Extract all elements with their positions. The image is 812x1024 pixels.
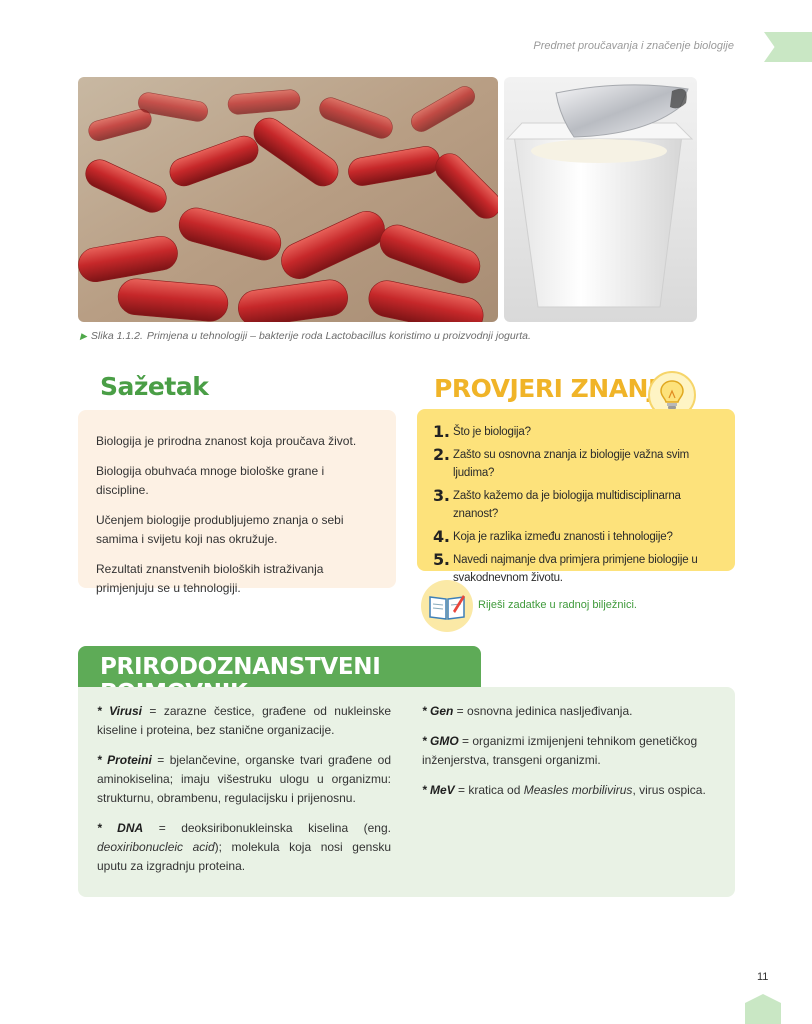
lactobacillus-photo [78, 77, 498, 322]
glossary-term: * Virusi [97, 704, 142, 718]
glossary-term: * Proteini [97, 753, 152, 767]
question-number: 4. [433, 527, 450, 546]
glossary-term: * GMO [422, 734, 459, 748]
caption-text: Primjena u tehnologiji – bakterije roda … [146, 330, 531, 342]
question-text: Zašto kažemo da je biologija multidiscip… [453, 490, 681, 520]
question-number: 5. [433, 550, 450, 569]
glossary-term: * MeV [422, 783, 455, 797]
glossary-header: PRIRODOZNANSTVENI POJMOVNIK [78, 646, 481, 706]
question-text: Navedi najmanje dva primjera primjene bi… [453, 554, 698, 584]
yogurt-cup-photo [504, 77, 697, 322]
figure-caption: ▶ Slika 1.1.2. Primjena u tehnologiji – … [80, 330, 531, 342]
summary-paragraph: Učenjem biologije produbljujemo znanja o… [96, 513, 344, 546]
glossary-term: * Gen [422, 704, 454, 718]
glossary-definition: = kratica od [454, 783, 524, 797]
glossary-box: * Virusi = zarazne čestice, građene od n… [78, 687, 735, 897]
question-text: Koja je razlika između znanosti i tehnol… [453, 531, 673, 543]
page-number: 11 [757, 971, 769, 983]
question-item: 4. Koja je razlika između znanosti i teh… [433, 528, 723, 546]
question-text: Što je biologija? [453, 426, 531, 438]
workbook-icon [421, 580, 473, 632]
glossary-entry: * Virusi = zarazne čestice, građene od n… [97, 702, 391, 740]
glossary-italic-term: Measles morbilivirus [523, 783, 633, 797]
caption-arrow-icon: ▶ [80, 330, 87, 341]
glossary-definition: = organizmi izmijenjeni tehnikom genetič… [422, 734, 698, 767]
summary-title: Sažetak [100, 372, 209, 401]
glossary-entry: * Proteini = bjelančevine, organske tvar… [97, 751, 391, 808]
glossary-entry: * GMO = organizmi izmijenjeni tehnikom g… [422, 732, 722, 770]
summary-paragraph: Rezultati znanstvenih bioloških istraživ… [96, 562, 324, 595]
header-tab-decoration [764, 32, 812, 62]
summary-paragraph: Biologija obuhvaća mnoge biološke grane … [96, 464, 325, 497]
question-item: 1. Što je biologija? [433, 423, 723, 441]
check-knowledge-box: 1. Što je biologija? 2. Zašto su osnovna… [417, 409, 735, 584]
section-header: Predmet proučavanja i značenje biologije [533, 40, 734, 52]
question-text: Zašto su osnovna znanja iz biologije važ… [453, 449, 690, 479]
question-number: 1. [433, 422, 450, 441]
glossary-term: * DNA [97, 821, 144, 835]
question-number: 3. [433, 486, 450, 505]
check-knowledge-title: PROVJERI ZNANJE [434, 374, 674, 403]
caption-label: Slika 1.1.2. [90, 330, 143, 342]
summary-box: Biologija je prirodna znanost koja prouč… [78, 410, 396, 595]
glossary-definition-cont: , virus ospica. [632, 783, 706, 797]
glossary-definition: = osnovna jedinica nasljeđivanja. [453, 704, 633, 718]
summary-paragraph: Biologija je prirodna znanost koja prouč… [96, 434, 357, 448]
glossary-italic-term: deoxiribonucleic acid [97, 840, 215, 854]
glossary-definition: = deoksiribonukleinska kiselina (eng. [143, 821, 391, 835]
question-item: 3. Zašto kažemo da je biologija multidis… [433, 487, 723, 523]
glossary-entry: * MeV = kratica od Measles morbilivirus,… [422, 781, 722, 800]
glossary-column-right: * Gen = osnovna jedinica nasljeđivanja. … [422, 702, 722, 811]
question-item: 2. Zašto su osnovna znanja iz biologije … [433, 446, 723, 482]
glossary-definition: = zarazne čestice, građene od nukleinske… [97, 704, 391, 737]
question-number: 2. [433, 445, 450, 464]
workbook-instruction: Riješi zadatke u radnoj bilježnici. [478, 599, 637, 611]
glossary-entry: * Gen = osnovna jedinica nasljeđivanja. [422, 702, 722, 721]
glossary-column-left: * Virusi = zarazne čestice, građene od n… [97, 702, 391, 887]
glossary-entry: * DNA = deoksiribonukleinska kiselina (e… [97, 819, 391, 876]
page-tab-decoration [745, 994, 781, 1024]
question-item: 5. Navedi najmanje dva primjera primjene… [433, 551, 723, 587]
